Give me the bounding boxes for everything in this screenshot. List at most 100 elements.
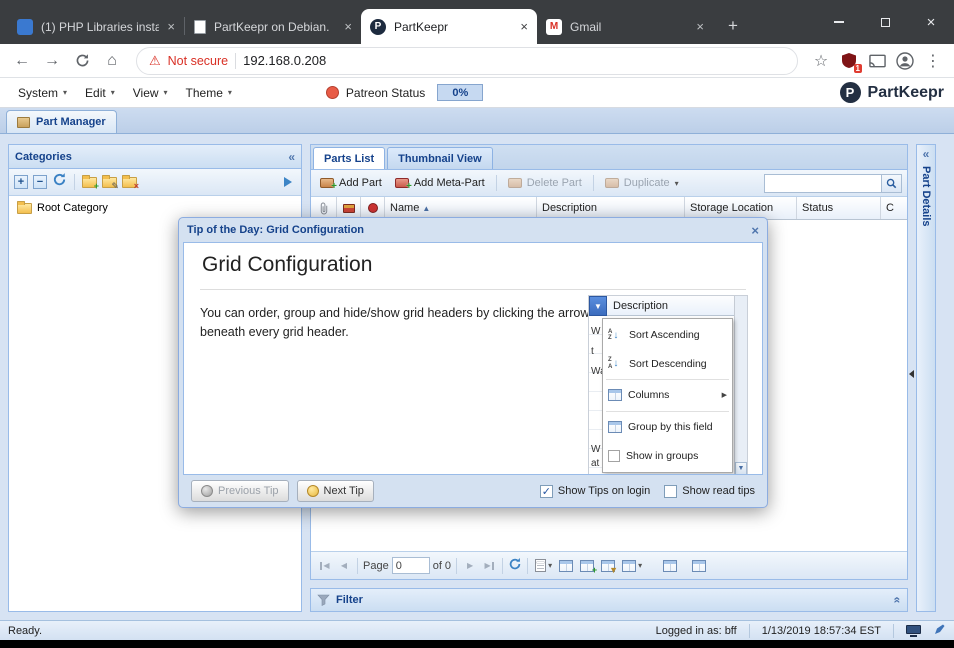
not-secure-label[interactable]: Not secure (168, 54, 228, 68)
window-toggle-button-2[interactable] (690, 559, 708, 572)
page-number-input[interactable] (391, 557, 430, 574)
menu-theme[interactable]: Theme ▾ (178, 82, 240, 104)
close-tab-icon[interactable]: × (696, 19, 704, 34)
theme-brush-button[interactable] (933, 623, 946, 639)
window-toggle-button-1[interactable] (661, 559, 679, 572)
column-attachments[interactable] (311, 197, 337, 219)
button-label: Add Part (339, 177, 382, 189)
patreon-status-button[interactable]: Patreon Status (325, 86, 425, 100)
minimize-button[interactable] (816, 0, 862, 44)
collapse-all-button[interactable]: − (33, 175, 47, 189)
go-arrow-icon[interactable] (284, 177, 292, 187)
expand-all-button[interactable]: + (14, 175, 28, 189)
new-tab-button[interactable]: + (719, 12, 747, 40)
reload-button[interactable] (68, 47, 96, 75)
tab-thumbnail-view[interactable]: Thumbnail View (387, 147, 493, 169)
toolbar-separator (74, 174, 75, 190)
search-button[interactable] (882, 173, 902, 193)
checkbox-checked-icon[interactable]: ✓ (539, 484, 553, 498)
search-input[interactable] (764, 173, 882, 193)
previous-page-button[interactable]: ◀ (336, 557, 352, 575)
grid-tool-columns-dropdown-button[interactable]: ▾ (620, 559, 644, 572)
part-details-collapsed-panel[interactable]: « Part Details (916, 144, 936, 612)
bookmark-star-button[interactable]: ☆ (808, 48, 834, 74)
url-text[interactable]: 192.168.0.208 (243, 53, 785, 68)
export-dropdown-button[interactable]: ▾ (533, 559, 554, 572)
refresh-icon (53, 173, 66, 186)
close-window-button[interactable]: × (908, 0, 954, 44)
ublock-extension-button[interactable]: 1 (836, 48, 862, 74)
delete-part-button[interactable]: Delete Part (504, 175, 586, 191)
filter-panel[interactable]: Filter « (310, 588, 908, 612)
refresh-tree-button[interactable] (52, 172, 67, 192)
menu-edit[interactable]: Edit ▾ (77, 82, 123, 104)
last-page-button[interactable]: ▶ (481, 557, 497, 575)
add-part-button[interactable]: + Add Part (316, 175, 386, 192)
column-status-dot[interactable] (361, 197, 385, 219)
menu-item-show-in-groups: Show in groups (603, 441, 732, 470)
expand-left-icon[interactable]: « (923, 148, 930, 160)
browser-tab-php-libraries[interactable]: (1) PHP Libraries insta × (8, 9, 184, 44)
next-page-button[interactable]: ▶ (462, 557, 478, 575)
tab-parts-list[interactable]: Parts List (313, 147, 386, 169)
edit-category-button[interactable]: ✎ (102, 174, 119, 190)
browser-tab-partkeepr-debian[interactable]: PartKeepr on Debian. × (185, 9, 361, 44)
profile-button[interactable] (892, 48, 918, 74)
omnibox[interactable]: ⚠ Not secure 192.168.0.208 (136, 46, 798, 75)
grid-tool-add-button[interactable]: + (578, 559, 597, 574)
sort-descending-icon: ZA ↓ (608, 357, 619, 370)
menu-system[interactable]: System ▾ (10, 82, 75, 104)
tab-part-manager[interactable]: Part Manager (6, 110, 117, 133)
browser-tab-gmail[interactable]: M Gmail × (537, 9, 713, 44)
dialog-titlebar[interactable]: Tip of the Day: Grid Configuration × (179, 218, 767, 242)
dialog-footer: Previous Tip Next Tip ✓ Show Tips on log… (179, 475, 767, 507)
column-storage-location[interactable]: Storage Location (685, 197, 797, 219)
duplicate-button[interactable]: Duplicate ▾ (601, 175, 683, 191)
close-tab-icon[interactable]: × (520, 19, 528, 34)
column-label: Status (802, 202, 834, 214)
back-button[interactable]: ← (8, 47, 36, 75)
checkbox-unchecked-icon[interactable] (664, 484, 678, 498)
fullscreen-button[interactable] (906, 624, 921, 637)
column-metapart[interactable] (337, 197, 361, 219)
menu-separator (606, 410, 729, 412)
tree-node-label: Root Category (37, 202, 108, 214)
grid-tool-filter-button[interactable]: ▼ (599, 559, 618, 574)
grid-tool-table-button[interactable] (557, 559, 575, 572)
chevron-down-icon: ▾ (227, 88, 232, 97)
browser-window: (1) PHP Libraries insta × PartKeepr on D… (0, 0, 954, 640)
status-bar: Ready. Logged in as: bff 1/13/2019 18:57… (0, 620, 954, 640)
tree-node-root-category[interactable]: Root Category (9, 196, 301, 214)
refresh-grid-button[interactable] (508, 557, 522, 574)
cast-button[interactable] (864, 48, 890, 74)
partkeepr-logo: P PartKeepr (839, 82, 944, 103)
add-category-button[interactable]: + (82, 174, 99, 190)
column-description[interactable]: Description (537, 197, 685, 219)
maximize-icon (880, 17, 890, 27)
show-read-tips-checkbox[interactable]: Show read tips (664, 484, 755, 498)
show-tips-on-login-checkbox[interactable]: ✓ Show Tips on login (539, 484, 650, 498)
close-tab-icon[interactable]: × (344, 19, 352, 34)
first-page-button[interactable]: ◀ (317, 557, 333, 575)
browser-tab-partkeepr-active[interactable]: P PartKeepr × (361, 9, 537, 44)
delete-category-button[interactable]: × (122, 174, 139, 190)
collapse-left-icon[interactable]: « (288, 151, 295, 163)
previous-tip-button[interactable]: Previous Tip (191, 480, 289, 502)
button-label: Duplicate (623, 177, 670, 189)
add-meta-part-button[interactable]: + Add Meta-Part (391, 175, 489, 192)
column-truncated[interactable]: C (881, 197, 907, 219)
column-status[interactable]: Status (797, 197, 881, 219)
column-name[interactable]: Name ▲ (385, 197, 537, 219)
splitter-collapse-arrow[interactable] (909, 370, 914, 378)
maximize-button[interactable] (862, 0, 908, 44)
close-tab-icon[interactable]: × (167, 19, 175, 34)
dialog-close-button[interactable]: × (751, 223, 759, 238)
browser-menu-button[interactable]: ⋮ (920, 48, 946, 74)
menu-view[interactable]: View ▾ (125, 82, 176, 104)
omnibox-separator (235, 52, 237, 69)
next-tip-button[interactable]: Next Tip (296, 480, 374, 502)
forward-button[interactable]: → (38, 47, 66, 75)
illustration-column-header: Description (607, 296, 734, 316)
home-button[interactable]: ⌂ (98, 47, 126, 75)
expand-up-icon[interactable]: « (891, 597, 905, 604)
